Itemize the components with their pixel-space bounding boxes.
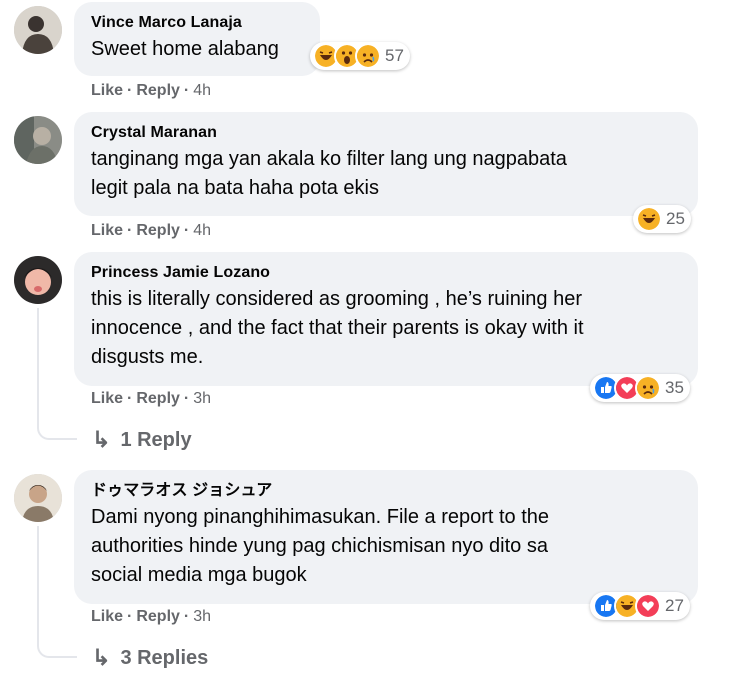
reply-link[interactable]: Reply — [136, 222, 180, 240]
thread-connector — [37, 642, 77, 658]
reaction-count: 27 — [665, 596, 684, 615]
timestamp[interactable]: 3h — [193, 390, 211, 408]
reply-link[interactable]: Reply — [136, 82, 180, 100]
replies-label: 3 Replies — [120, 646, 209, 669]
comment-text: Dami nyong pinanghihimasukan. File a rep… — [91, 506, 550, 586]
like-link[interactable]: Like — [91, 82, 123, 100]
comment-bubble: Crystal Maranan tanginang mga yan akala … — [74, 112, 698, 216]
comment-actions: Like · Reply · 4h — [91, 82, 211, 100]
comment-actions: Like · Reply · 3h — [91, 608, 211, 626]
reaction-count: 25 — [666, 209, 685, 228]
separator-dot: · — [183, 222, 190, 239]
reaction-summary[interactable]: 57 — [310, 42, 410, 70]
separator-dot: · — [127, 222, 133, 239]
timestamp[interactable]: 3h — [193, 608, 211, 626]
haha-reaction-icon — [636, 206, 662, 232]
like-link[interactable]: Like — [91, 390, 123, 408]
sad-reaction-icon — [635, 375, 661, 401]
comment-text: this is literally considered as grooming… — [91, 288, 584, 368]
avatar[interactable] — [14, 474, 62, 522]
like-link[interactable]: Like — [91, 608, 123, 626]
avatar[interactable] — [14, 116, 62, 164]
thread-connector — [37, 424, 77, 440]
separator-dot: · — [183, 608, 190, 625]
comment-bubble: Vince Marco Lanaja Sweet home alabang — [74, 2, 320, 76]
comment-author[interactable]: Vince Marco Lanaja — [91, 13, 302, 33]
thread-line — [37, 526, 39, 644]
reaction-summary[interactable]: 27 — [590, 592, 690, 620]
comment-author[interactable]: ドゥマラオス ジョシュア — [91, 481, 680, 501]
reaction-count: 35 — [665, 378, 684, 397]
comment-author[interactable]: Princess Jamie Lozano — [91, 263, 680, 283]
reply-link[interactable]: Reply — [136, 390, 180, 408]
comment-bubble: ドゥマラオス ジョシュア Dami nyong pinanghihimasuka… — [74, 470, 698, 604]
comment-text: Sweet home alabang — [91, 38, 279, 60]
comment-bubble: Princess Jamie Lozano this is literally … — [74, 252, 698, 386]
separator-dot: · — [127, 390, 133, 407]
avatar[interactable] — [14, 6, 62, 54]
view-replies-link[interactable]: ↳ 1 Reply — [92, 427, 192, 453]
replies-label: 1 Reply — [120, 428, 192, 451]
thread-line — [37, 308, 39, 426]
separator-dot: · — [183, 390, 190, 407]
avatar[interactable] — [14, 256, 62, 304]
view-replies-link[interactable]: ↳ 3 Replies — [92, 645, 208, 671]
comment-actions: Like · Reply · 3h — [91, 390, 211, 408]
comment-text: tanginang mga yan akala ko filter lang u… — [91, 148, 567, 199]
sad-reaction-icon — [355, 43, 381, 69]
separator-dot: · — [127, 82, 133, 99]
separator-dot: · — [127, 608, 133, 625]
comment-author[interactable]: Crystal Maranan — [91, 123, 680, 143]
timestamp[interactable]: 4h — [193, 222, 211, 240]
reply-arrow-icon: ↳ — [92, 427, 111, 452]
reaction-count: 57 — [385, 46, 404, 65]
comment-actions: Like · Reply · 4h — [91, 222, 211, 240]
love-reaction-icon — [635, 593, 661, 619]
like-link[interactable]: Like — [91, 222, 123, 240]
reaction-summary[interactable]: 35 — [590, 374, 690, 402]
reaction-summary[interactable]: 25 — [633, 205, 691, 233]
reply-link[interactable]: Reply — [136, 608, 180, 626]
reply-arrow-icon: ↳ — [92, 645, 111, 670]
separator-dot: · — [183, 82, 190, 99]
timestamp[interactable]: 4h — [193, 82, 211, 100]
